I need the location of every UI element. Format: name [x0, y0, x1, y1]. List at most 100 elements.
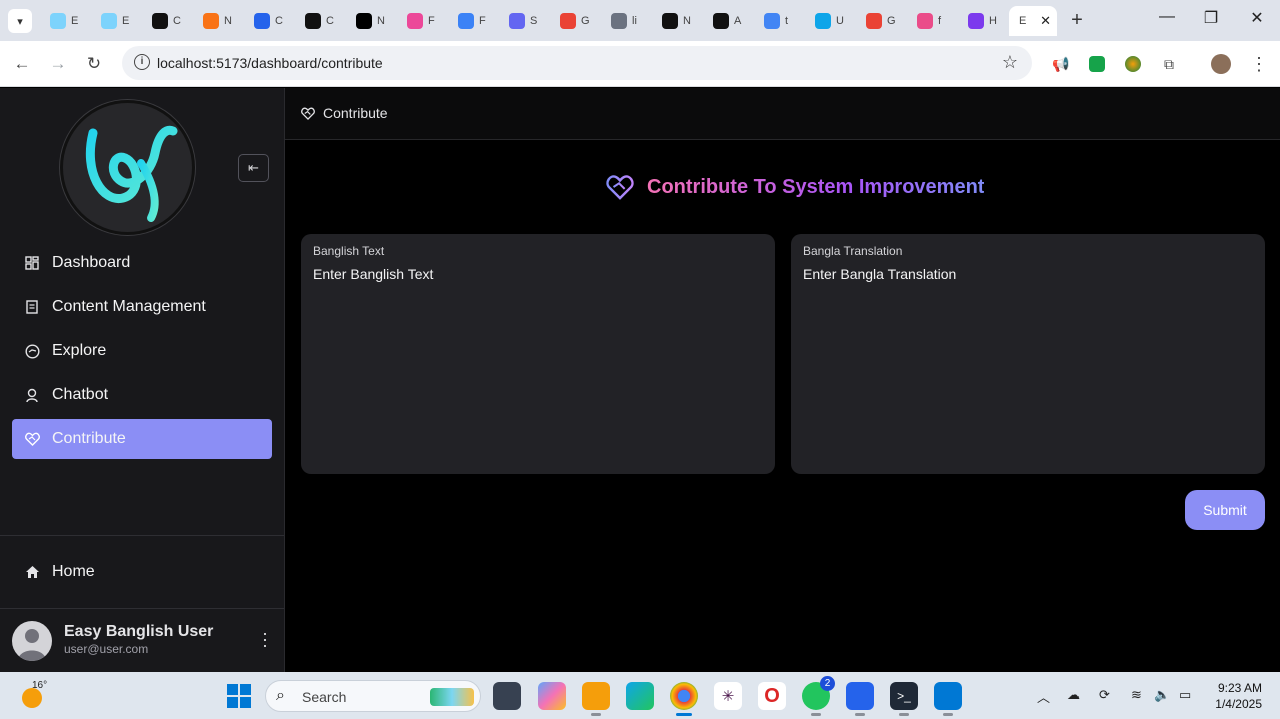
tab-favicon-icon [866, 13, 882, 29]
copilot-icon[interactable] [538, 682, 566, 710]
wifi-icon[interactable]: ≋ [1131, 687, 1142, 703]
edge-icon[interactable] [626, 682, 654, 710]
tray-overflow-chevron-icon[interactable]: ︿ [1037, 687, 1050, 706]
tab-favicon-icon [509, 13, 525, 29]
taskbar-search[interactable]: ⌕ Search [265, 680, 481, 712]
browser-tab[interactable]: C [295, 6, 346, 36]
browser-tab[interactable]: U [805, 6, 856, 36]
clock-time: 9:23 AM [1217, 681, 1262, 695]
tab-title: N [224, 15, 232, 27]
close-window-button[interactable]: ✕ [1242, 8, 1272, 28]
weather-widget[interactable]: 16° [20, 680, 47, 708]
browser-tab[interactable]: F [397, 6, 448, 36]
vscode-icon[interactable] [934, 682, 962, 716]
forward-button[interactable]: → [45, 51, 71, 77]
close-tab-icon[interactable]: ✕ [1040, 13, 1051, 29]
address-bar[interactable]: i localhost:5173/dashboard/contribute ☆ [122, 46, 1032, 80]
notepad-icon[interactable] [846, 682, 874, 716]
onedrive-cloud-icon[interactable]: ☁ [1067, 687, 1080, 703]
whatsapp-icon[interactable]: 2 [802, 676, 835, 716]
browser-tab-active[interactable]: E ✕ [1009, 6, 1057, 36]
globe-extension-icon[interactable] [1122, 53, 1144, 75]
browser-tab[interactable]: li [601, 6, 652, 36]
banglish-text-input[interactable]: Enter Banglish Text [313, 266, 433, 282]
avatar[interactable] [12, 621, 52, 661]
collapse-sidebar-button[interactable]: ⇤ [238, 154, 269, 182]
browser-tab[interactable]: E [91, 6, 142, 36]
system-clock[interactable]: 9:23 AM 1/4/2025 [1215, 680, 1262, 712]
sidebar: ⇤ Dashboard Content Management Explore C… [0, 88, 285, 672]
sidebar-item-label: Chatbot [52, 386, 109, 403]
profile-avatar[interactable] [1210, 53, 1232, 75]
chrome-icon[interactable] [670, 682, 698, 716]
terminal-icon[interactable]: >_ [890, 682, 918, 716]
tab-title: G [887, 15, 896, 27]
task-view-icon[interactable] [493, 682, 521, 710]
browser-menu-icon[interactable]: ⋮ [1248, 53, 1270, 75]
file-explorer-icon[interactable] [582, 682, 610, 716]
back-button[interactable]: ← [9, 51, 35, 77]
browser-tab[interactable]: C [244, 6, 295, 36]
megaphone-extension-icon[interactable]: 📢 [1050, 53, 1072, 75]
browser-tab[interactable]: t [754, 6, 805, 36]
tab-title: E [1019, 15, 1027, 27]
sidebar-item-contribute[interactable]: Contribute [12, 419, 272, 459]
volume-icon[interactable]: 🔈 [1154, 687, 1170, 703]
tab-title: li [632, 15, 637, 27]
tab-title: E [71, 15, 79, 27]
bangla-translation-field[interactable]: Bangla Translation Enter Bangla Translat… [791, 234, 1265, 474]
browser-tab[interactable]: F [448, 6, 499, 36]
restore-button[interactable]: ❐ [1196, 8, 1226, 28]
browser-tab[interactable]: A [703, 6, 754, 36]
minimize-button[interactable]: — [1152, 8, 1182, 26]
more-options-icon[interactable]: · · · [262, 624, 268, 654]
android-extension-icon[interactable] [1086, 53, 1108, 75]
sidebar-item-chatbot[interactable]: Chatbot [12, 375, 272, 415]
user-profile[interactable]: Easy Banglish User user@user.com · · · [12, 620, 274, 662]
tab-favicon-icon [458, 13, 474, 29]
tab-favicon-icon [407, 13, 423, 29]
app-logo [60, 100, 195, 235]
browser-tab[interactable]: G [550, 6, 601, 36]
browser-tab[interactable]: C [142, 6, 193, 36]
tab-favicon-icon [560, 13, 576, 29]
tab-favicon-icon [917, 13, 933, 29]
bangla-translation-input[interactable]: Enter Bangla Translation [803, 266, 956, 282]
search-icon: ⌕ [276, 687, 285, 704]
tab-title: C [275, 15, 283, 27]
start-button[interactable] [227, 684, 251, 708]
tab-favicon-icon [764, 13, 780, 29]
sidebar-item-content-management[interactable]: Content Management [12, 287, 272, 327]
opera-icon[interactable]: O [758, 682, 786, 710]
clock-date: 1/4/2025 [1215, 697, 1262, 711]
tab-title: C [173, 15, 181, 27]
battery-icon[interactable]: ▭ [1179, 687, 1191, 703]
home-icon [24, 564, 40, 580]
sidebar-item-explore[interactable]: Explore [12, 331, 272, 371]
bookmark-star-icon[interactable]: ☆ [1002, 52, 1018, 73]
page-title: Contribute To System Improvement [605, 174, 984, 200]
browser-tab[interactable]: E [40, 6, 91, 36]
browser-tab[interactable]: N [652, 6, 703, 36]
contribute-icon [301, 107, 315, 125]
sync-icon[interactable]: ⟳ [1099, 687, 1110, 703]
browser-tab[interactable]: N [346, 6, 397, 36]
slack-icon[interactable]: ✳ [714, 682, 742, 710]
tab-search-dropdown[interactable]: ▾ [8, 9, 32, 33]
browser-tab[interactable]: N [193, 6, 244, 36]
browser-tab[interactable]: G [856, 6, 907, 36]
extensions-puzzle-icon[interactable]: ⧉ [1158, 53, 1180, 75]
submit-button[interactable]: Submit [1185, 490, 1265, 530]
sidebar-item-home[interactable]: Home [12, 552, 272, 592]
url-text[interactable]: localhost:5173/dashboard/contribute [157, 55, 383, 71]
site-info-icon[interactable]: i [134, 54, 150, 70]
browser-tab[interactable]: S [499, 6, 550, 36]
reload-button[interactable]: ↻ [81, 51, 107, 77]
sidebar-item-dashboard[interactable]: Dashboard [12, 243, 272, 283]
sidebar-divider [0, 535, 284, 536]
new-tab-button[interactable]: + [1066, 9, 1088, 32]
banglish-text-label: Banglish Text [313, 244, 385, 258]
browser-tab[interactable]: f [907, 6, 958, 36]
banglish-text-field[interactable]: Banglish Text Enter Banglish Text [301, 234, 775, 474]
browser-tab[interactable]: H [958, 6, 1009, 36]
